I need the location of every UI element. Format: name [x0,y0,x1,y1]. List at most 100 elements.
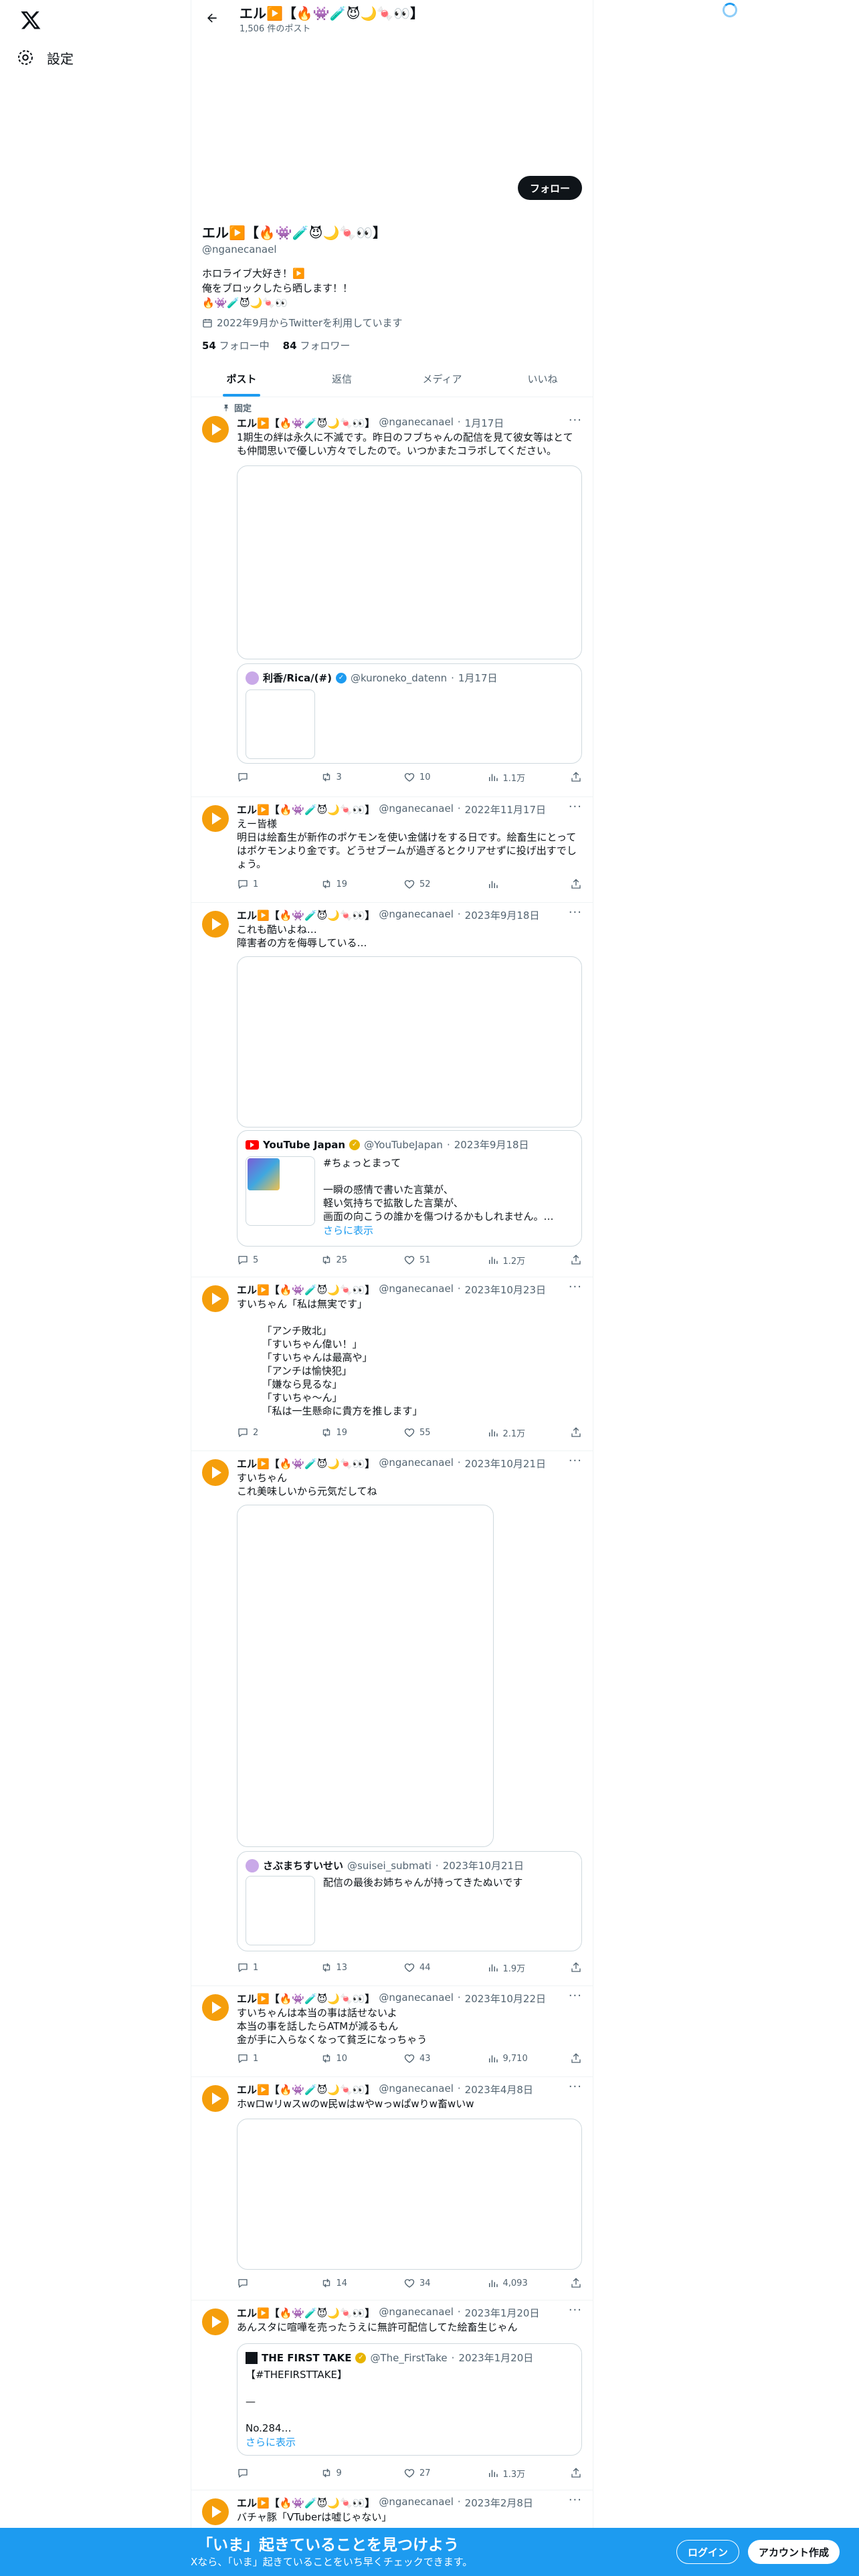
reply-button[interactable]: 1 [237,1961,284,1974]
signup-button[interactable]: アカウント作成 [748,2540,840,2564]
tweet-author-handle[interactable]: @nganecanael [379,2306,454,2320]
follow-button[interactable]: フォロー [517,176,582,200]
like-button[interactable]: 51 [403,1253,450,1267]
tweet-author-name[interactable]: エル▶️【🔥👾🧪😈🌙🍬👀】 [237,1283,375,1297]
reply-button[interactable]: 5 [237,1253,284,1267]
tweet-author-name[interactable]: エル▶️【🔥👾🧪😈🌙🍬👀】 [237,908,375,922]
like-button[interactable]: 10 [403,770,450,784]
share-button[interactable] [570,1961,582,1974]
views-button[interactable]: 1.3万 [487,2466,534,2480]
like-button[interactable]: 43 [403,2052,450,2065]
like-button[interactable]: 34 [403,2276,450,2290]
tweet-author-name[interactable]: エル▶️【🔥👾🧪😈🌙🍬👀】 [237,416,375,430]
like-button[interactable]: 44 [403,1961,450,1974]
retweet-button[interactable]: 13 [320,1961,367,1974]
avatar[interactable] [202,805,229,832]
tweet-author-handle[interactable]: @nganecanael [379,802,454,817]
share-button[interactable] [570,2276,582,2290]
reply-button[interactable] [237,2276,284,2290]
like-button[interactable]: 27 [403,2466,450,2480]
tweet-author-name[interactable]: エル▶️【🔥👾🧪😈🌙🍬👀】 [237,2082,375,2097]
tweet-date[interactable]: 2023年10月23日 [465,1283,546,1297]
more-icon[interactable]: ··· [569,1280,582,1294]
more-icon[interactable]: ··· [569,800,582,814]
retweet-button[interactable]: 19 [320,877,367,891]
share-button[interactable] [570,1426,582,1439]
tweet-date[interactable]: 2022年11月17日 [465,802,546,817]
share-button[interactable] [570,877,582,891]
tweet-author-handle[interactable]: @nganecanael [379,1992,454,2006]
quote-tweet[interactable]: YouTube Japan ✓ @YouTubeJapan · 2023年9月1… [237,1130,582,1247]
tab-posts[interactable]: ポスト [191,361,292,397]
tab-media[interactable]: メディア [392,361,492,397]
tweet-date[interactable]: 2023年10月22日 [465,1992,546,2006]
tweet-media[interactable] [237,465,582,659]
views-button[interactable]: 9,710 [487,2052,534,2065]
avatar[interactable] [202,2309,229,2335]
back-button[interactable] [202,8,222,28]
avatar[interactable] [202,416,229,443]
show-more-link[interactable]: さらに表示 [323,1223,373,1237]
retweet-button[interactable]: 9 [320,2466,367,2480]
retweet-button[interactable]: 14 [320,2276,367,2290]
more-icon[interactable]: ··· [569,2303,582,2317]
tweet-media[interactable] [237,1505,494,1847]
share-button[interactable] [570,2052,582,2065]
tweet-date[interactable]: 2023年10月21日 [465,1457,546,1471]
tweet-date[interactable]: 2023年1月20日 [465,2306,540,2320]
avatar[interactable] [202,1285,229,1312]
retweet-button[interactable]: 3 [320,770,367,784]
avatar[interactable] [202,2498,229,2525]
tweet-author-name[interactable]: エル▶️【🔥👾🧪😈🌙🍬👀】 [237,802,375,817]
views-button[interactable]: 1.1万 [487,770,534,784]
show-more-link[interactable]: さらに表示 [246,2435,296,2449]
tweet-author-handle[interactable]: @nganecanael [379,1283,454,1297]
views-button[interactable]: 4,093 [487,2276,534,2290]
tweet-author-handle[interactable]: @nganecanael [379,908,454,922]
quote-tweet[interactable]: THE FIRST TAKE ✓ @The_FirstTake · 2023年1… [237,2343,582,2456]
tweet[interactable]: エル▶️【🔥👾🧪😈🌙🍬👀】 @nganecanael · 2023年1月20日 … [191,2300,593,2490]
tweet-author-name[interactable]: エル▶️【🔥👾🧪😈🌙🍬👀】 [237,2306,375,2320]
tweet-date[interactable]: 1月17日 [465,416,504,430]
retweet-button[interactable]: 10 [320,2052,367,2065]
tweet[interactable]: エル▶️【🔥👾🧪😈🌙🍬👀】 @nganecanael · 2023年10月23日… [191,1277,593,1451]
login-button[interactable]: ログイン [676,2540,740,2564]
tweet[interactable]: エル▶️【🔥👾🧪😈🌙🍬👀】 @nganecanael · 1月17日 ··· 1… [191,409,593,797]
tweet[interactable]: エル▶️【🔥👾🧪😈🌙🍬👀】 @nganecanael · 2023年10月21日… [191,1451,593,1986]
reply-button[interactable] [237,2466,284,2480]
views-button[interactable]: 1.2万 [487,1253,534,1267]
avatar[interactable] [202,1994,229,2021]
tab-likes[interactable]: いいね [492,361,593,397]
tweet-date[interactable]: 2023年9月18日 [465,908,540,922]
quote-tweet[interactable]: 利香/Rica/(#) ✓ @kuroneko_datenn · 1月17日 [237,663,582,764]
followers-link[interactable]: 84 フォロワー [283,338,351,352]
reply-button[interactable] [237,770,284,784]
tweet[interactable]: エル▶️【🔥👾🧪😈🌙🍬👀】 @nganecanael · 2023年4月8日 ·… [191,2077,593,2300]
more-icon[interactable]: ··· [569,1989,582,2003]
tweet-date[interactable]: 2023年4月8日 [465,2082,533,2097]
tweet-author-handle[interactable]: @nganecanael [379,2082,454,2097]
avatar[interactable] [202,2085,229,2112]
quote-tweet[interactable]: さぶまちすいせい @suisei_submati · 2023年10月21日 配… [237,1851,582,1951]
nav-settings[interactable]: 設定 [16,45,74,70]
tweet-media[interactable] [237,956,582,1128]
more-icon[interactable]: ··· [569,1454,582,1468]
like-button[interactable]: 52 [403,877,450,891]
avatar[interactable] [202,911,229,938]
tweet-author-name[interactable]: エル▶️【🔥👾🧪😈🌙🍬👀】 [237,2496,375,2510]
views-button[interactable]: 2.1万 [487,1426,534,1439]
tweet-author-name[interactable]: エル▶️【🔥👾🧪😈🌙🍬👀】 [237,1457,375,1471]
tab-replies[interactable]: 返信 [292,361,392,397]
retweet-button[interactable]: 19 [320,1426,367,1439]
reply-button[interactable]: 2 [237,1426,284,1439]
more-icon[interactable]: ··· [569,2493,582,2507]
tweet-author-handle[interactable]: @nganecanael [379,2496,454,2510]
tweet-date[interactable]: 2023年2月8日 [465,2496,533,2510]
tweet-author-name[interactable]: エル▶️【🔥👾🧪😈🌙🍬👀】 [237,1992,375,2006]
more-icon[interactable]: ··· [569,905,582,920]
views-button[interactable] [487,877,534,891]
more-icon[interactable]: ··· [569,413,582,427]
like-button[interactable]: 55 [403,1426,450,1439]
share-button[interactable] [570,1253,582,1267]
x-logo-icon[interactable] [20,9,41,31]
